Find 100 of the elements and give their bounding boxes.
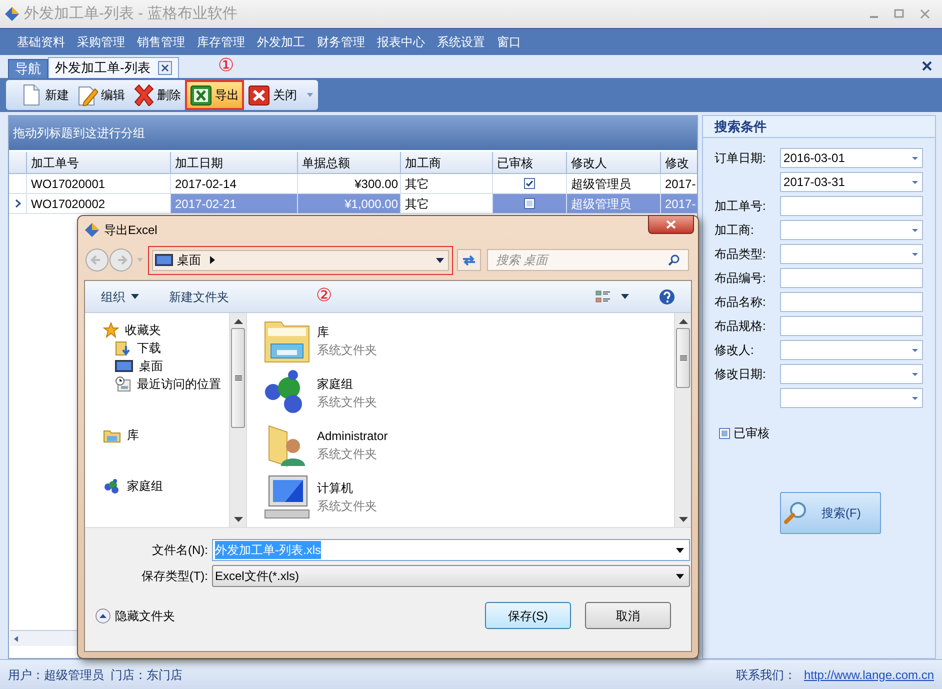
field-label: 布品名称: (714, 295, 766, 309)
menu-item[interactable]: 外发加工 (252, 31, 310, 53)
menu-item[interactable]: 库存管理 (192, 31, 250, 53)
input-field[interactable] (780, 292, 923, 312)
column-header[interactable]: 加工单号 (27, 152, 171, 173)
breadcrumb-arrow-icon (209, 256, 215, 264)
field-label: 布品编号: (714, 271, 766, 285)
dropdown-caret-icon (306, 92, 314, 98)
column-header[interactable]: 修改人 (567, 152, 661, 173)
row-pointer-icon (14, 199, 20, 208)
vertical-scrollbar[interactable] (674, 313, 691, 527)
homegroup-icon (103, 478, 121, 494)
dropdown-caret-icon (910, 156, 919, 160)
nav-item[interactable]: 最近访问的位置 (103, 375, 229, 393)
scroll-left-icon (12, 634, 20, 642)
column-header[interactable]: 加工商 (401, 152, 493, 173)
view-options-icon (595, 290, 611, 304)
close-button[interactable] (648, 215, 694, 234)
file-item[interactable]: 家庭组 系统文件夹 (263, 367, 674, 419)
toolbar-button[interactable]: 新建文件夹 (163, 284, 235, 308)
column-header[interactable]: 修改 (661, 152, 697, 173)
pencil-page-icon (76, 84, 98, 106)
tab[interactable]: 外发加工单-列表 (48, 57, 180, 78)
close-icon (922, 61, 932, 71)
menu-item[interactable]: 销售管理 (132, 31, 190, 53)
menu-item[interactable]: 报表中心 (372, 31, 430, 53)
dropdown-field[interactable] (780, 340, 923, 360)
menu-item[interactable]: 采购管理 (72, 31, 130, 53)
dropdown-field[interactable] (780, 388, 923, 408)
vertical-scrollbar[interactable] (229, 313, 246, 527)
field-label: 加工商: (714, 223, 754, 237)
table-cell: 其它 (401, 174, 493, 193)
minimize-icon (870, 16, 878, 18)
toolbar-button[interactable]: 删除 (130, 81, 183, 109)
table-cell: 超级管理员 (567, 194, 661, 213)
file-item[interactable]: 库 系统文件夹 (263, 315, 674, 367)
nav-item[interactable]: 库 (103, 426, 229, 444)
table-cell: ¥300.00 (298, 174, 401, 193)
menu-item[interactable]: 系统设置 (432, 31, 490, 53)
address-bar[interactable]: 桌面 (148, 246, 453, 274)
close-icon (666, 220, 676, 229)
file-item[interactable]: Administrator 系统文件夹 (263, 419, 674, 471)
star-icon (103, 322, 119, 338)
app-logo-icon (4, 6, 20, 22)
link[interactable]: http://www.lange.com.cn (804, 666, 934, 684)
nav-item[interactable]: 桌面 (103, 357, 229, 375)
toolbar-button[interactable]: 组织 (95, 284, 145, 308)
status-text: 用户：超级管理员 门店：东门店 (8, 666, 183, 684)
contact-label: 联系我们： (736, 666, 796, 684)
search-button[interactable]: 搜索(F) (780, 492, 881, 534)
app-logo-icon (84, 222, 100, 238)
field-label: 保存类型(T): (141, 568, 208, 585)
toolbar-button[interactable]: 导出 (186, 81, 243, 109)
field-label: 加工单号: (714, 199, 766, 213)
nav-item[interactable]: 下载 (103, 339, 229, 357)
tab[interactable]: 导航 (8, 59, 48, 78)
delete-icon (132, 84, 154, 106)
dropdown-caret-icon (676, 548, 684, 552)
menu-item[interactable]: 窗口 (492, 31, 526, 53)
file-type-dropdown[interactable]: Excel文件(*.xls) (212, 565, 690, 587)
table-cell: 2017-02-21 (171, 194, 298, 213)
toolbar-button[interactable]: 新建 (18, 81, 71, 109)
nav-item[interactable]: 收藏夹 (103, 321, 229, 339)
toolbar-button[interactable]: 编辑 (74, 81, 127, 109)
annotation-number: ① (218, 55, 234, 75)
menu-item[interactable]: 财务管理 (312, 31, 370, 53)
menu-item[interactable]: 基础资料 (12, 31, 70, 53)
file-item[interactable]: 计算机 系统文件夹 (263, 471, 674, 523)
input-field[interactable] (780, 268, 923, 288)
input-field[interactable] (780, 316, 923, 336)
dropdown-caret-icon (910, 180, 919, 184)
column-header[interactable]: 已审核 (493, 152, 567, 173)
dropdown-caret-icon (136, 257, 144, 263)
close-icon (920, 9, 930, 19)
hide-folders-toggle[interactable]: 隐藏文件夹 (95, 606, 175, 624)
refresh-button[interactable] (457, 249, 481, 271)
download-folder-icon (115, 340, 131, 356)
dropdown-field[interactable]: 2016-03-01 (780, 148, 923, 168)
computer-icon (263, 474, 311, 520)
save-button[interactable]: 保存(S) (485, 602, 571, 629)
toolbar-button[interactable]: 关闭 (246, 81, 299, 109)
input-field[interactable] (780, 196, 923, 216)
dropdown-field[interactable]: 2017-03-31 (780, 172, 923, 192)
dropdown-field[interactable] (780, 220, 923, 240)
cancel-button[interactable]: 取消 (585, 602, 671, 629)
grip-icon (680, 355, 686, 361)
column-header[interactable]: 加工日期 (171, 152, 298, 173)
dropdown-caret-icon (676, 574, 684, 578)
help-icon (659, 288, 675, 304)
recent-places-icon (115, 376, 131, 392)
dialog-title: 导出Excel (104, 222, 158, 239)
close-icon (248, 84, 270, 106)
column-header[interactable]: 单据总额 (298, 152, 401, 173)
maximize-icon (894, 9, 904, 19)
dropdown-field[interactable] (780, 364, 923, 384)
dropdown-field[interactable] (780, 244, 923, 264)
group-hint: 拖动列标题到这进行分组 (13, 125, 145, 142)
dropdown-caret-icon (621, 294, 629, 299)
panel-title: 搜索条件 (714, 118, 767, 136)
nav-item[interactable]: 家庭组 (103, 477, 229, 495)
